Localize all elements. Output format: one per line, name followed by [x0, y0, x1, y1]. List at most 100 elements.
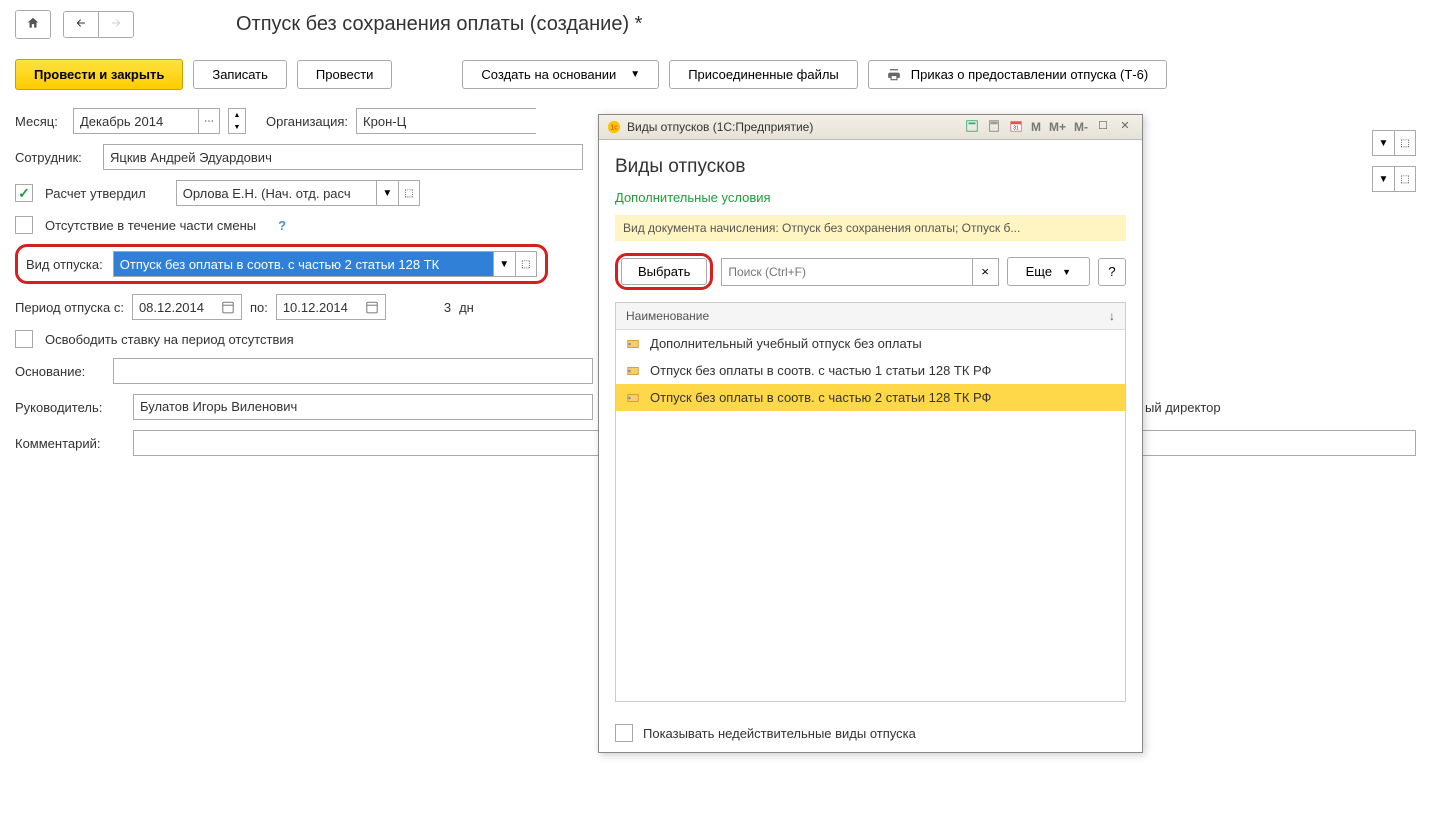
approved-dropdown-button[interactable]: ▼: [376, 180, 398, 206]
item-icon: [626, 393, 640, 403]
m-button[interactable]: M: [1029, 120, 1043, 134]
date-to-value: 10.12.2014: [283, 300, 348, 315]
more-button[interactable]: Еще ▼: [1007, 257, 1090, 286]
post-and-close-button[interactable]: Провести и закрыть: [15, 59, 183, 90]
close-icon[interactable]: ✕: [1116, 119, 1134, 135]
employee-label: Сотрудник:: [15, 150, 95, 165]
modal-title: Виды отпусков (1С:Предприятие): [627, 120, 813, 134]
field-dropdown-button[interactable]: ▼: [1372, 166, 1394, 192]
month-label: Месяц:: [15, 114, 65, 129]
field-open-button[interactable]: ⬚: [1394, 166, 1416, 192]
calendar-icon[interactable]: [365, 300, 379, 314]
caret-down-icon: ▼: [1062, 267, 1071, 277]
leave-type-highlight: Вид отпуска: Отпуск без оплаты в соотв. …: [15, 244, 548, 284]
basis-label: Основание:: [15, 364, 105, 379]
list-item[interactable]: Отпуск без оплаты в соотв. с частью 2 ст…: [616, 384, 1125, 411]
post-button[interactable]: Провести: [297, 60, 393, 89]
approved-checkbox[interactable]: [15, 184, 33, 202]
filter-bar: Вид документа начисления: Отпуск без сох…: [615, 215, 1126, 241]
svg-text:31: 31: [1013, 126, 1019, 132]
top-nav: Отпуск без сохранения оплаты (создание) …: [15, 10, 1416, 39]
leave-type-input[interactable]: Отпуск без оплаты в соотв. с частью 2 ст…: [113, 251, 493, 277]
home-button[interactable]: [16, 11, 50, 38]
sort-icon: ↓: [1109, 309, 1115, 323]
back-button[interactable]: [64, 12, 99, 37]
field-dropdown-button[interactable]: ▼: [1372, 130, 1394, 156]
item-icon: [626, 339, 640, 349]
forward-button[interactable]: [99, 12, 133, 37]
date-from-value: 08.12.2014: [139, 300, 204, 315]
item-label: Отпуск без оплаты в соотв. с частью 1 ст…: [650, 363, 991, 378]
position-suffix: ый директор: [1145, 400, 1221, 415]
modal-titlebar[interactable]: 1c Виды отпусков (1С:Предприятие) 31 M M…: [599, 115, 1142, 140]
days-unit: дн: [459, 300, 474, 315]
item-icon: [626, 366, 640, 376]
toolbar: Провести и закрыть Записать Провести Соз…: [15, 59, 1416, 90]
field-open-button[interactable]: ⬚: [1394, 130, 1416, 156]
calc-icon[interactable]: [985, 119, 1003, 135]
spinner-up-icon[interactable]: ▲: [229, 109, 245, 121]
release-rate-label: Освободить ставку на период отсутствия: [45, 332, 294, 347]
list-header[interactable]: Наименование ↓: [616, 303, 1125, 330]
employee-input[interactable]: Яцкив Андрей Эдуардович: [103, 144, 583, 170]
manager-input[interactable]: Булатов Игорь Виленович: [133, 394, 593, 420]
date-from-input[interactable]: 08.12.2014: [132, 294, 242, 320]
print-order-label: Приказ о предоставлении отпуска (Т-6): [911, 67, 1148, 82]
app-icon: 1c: [607, 120, 621, 134]
basis-input[interactable]: [113, 358, 593, 384]
conditions-link[interactable]: Дополнительные условия: [615, 190, 1126, 205]
save-button[interactable]: Записать: [193, 60, 287, 89]
leave-type-open-button[interactable]: ⬚: [515, 251, 537, 277]
svg-text:1c: 1c: [610, 125, 618, 132]
spinner-down-icon[interactable]: ▼: [229, 121, 245, 133]
period-label: Период отпуска с:: [15, 300, 124, 315]
leave-type-dropdown-button[interactable]: ▼: [493, 251, 515, 277]
comment-label: Комментарий:: [15, 436, 125, 451]
item-label: Дополнительный учебный отпуск без оплаты: [650, 336, 922, 351]
period-to-label: по:: [250, 300, 268, 315]
select-highlight: Выбрать: [615, 253, 713, 290]
date-to-input[interactable]: 10.12.2014: [276, 294, 386, 320]
approved-by-input[interactable]: Орлова Е.Н. (Нач. отд. расч: [176, 180, 376, 206]
modal-heading: Виды отпусков: [615, 156, 1126, 178]
show-inactive-checkbox[interactable]: [615, 724, 633, 742]
more-label: Еще: [1026, 264, 1052, 279]
attached-files-button[interactable]: Присоединенные файлы: [669, 60, 858, 89]
days-count: 3: [444, 300, 451, 315]
absence-checkbox[interactable]: [15, 216, 33, 234]
select-button[interactable]: Выбрать: [621, 258, 707, 285]
release-rate-checkbox[interactable]: [15, 330, 33, 348]
m-plus-button[interactable]: M+: [1047, 120, 1068, 134]
create-based-button[interactable]: Создать на основании ▼: [462, 60, 659, 89]
print-order-button[interactable]: Приказ о предоставлении отпуска (Т-6): [868, 60, 1167, 89]
help-button[interactable]: ?: [1098, 258, 1126, 286]
maximize-icon[interactable]: ☐: [1094, 119, 1112, 135]
m-minus-button[interactable]: M-: [1072, 120, 1090, 134]
month-spinner[interactable]: ▲ ▼: [228, 108, 246, 134]
calendar-icon[interactable]: [221, 300, 235, 314]
col-name: Наименование: [626, 309, 709, 323]
create-based-label: Создать на основании: [481, 67, 616, 82]
search-clear-button[interactable]: ×: [973, 258, 999, 286]
page-title: Отпуск без сохранения оплаты (создание) …: [236, 13, 642, 36]
approved-open-button[interactable]: ⬚: [398, 180, 420, 206]
org-input[interactable]: Крон-Ц: [356, 108, 536, 134]
absence-label: Отсутствие в течение части смены: [45, 218, 256, 233]
caret-down-icon: ▼: [630, 69, 640, 80]
leave-types-modal: 1c Виды отпусков (1С:Предприятие) 31 M M…: [598, 114, 1143, 753]
show-inactive-label: Показывать недействительные виды отпуска: [643, 726, 916, 741]
leave-type-label: Вид отпуска:: [26, 257, 103, 272]
help-icon[interactable]: ?: [278, 218, 286, 233]
month-picker-button[interactable]: ⋯: [198, 108, 220, 134]
calendar-icon[interactable]: 31: [1007, 119, 1025, 135]
list-container: Наименование ↓ Дополнительный учебный от…: [615, 302, 1126, 702]
list-item[interactable]: Отпуск без оплаты в соотв. с частью 1 ст…: [616, 357, 1125, 384]
tb-icon-1[interactable]: [963, 119, 981, 135]
org-label: Организация:: [266, 114, 348, 129]
manager-label: Руководитель:: [15, 400, 125, 415]
list-item[interactable]: Дополнительный учебный отпуск без оплаты: [616, 330, 1125, 357]
item-label: Отпуск без оплаты в соотв. с частью 2 ст…: [650, 390, 991, 405]
month-input[interactable]: Декабрь 2014: [73, 108, 198, 134]
search-input[interactable]: [721, 258, 972, 286]
printer-icon: [887, 68, 901, 82]
